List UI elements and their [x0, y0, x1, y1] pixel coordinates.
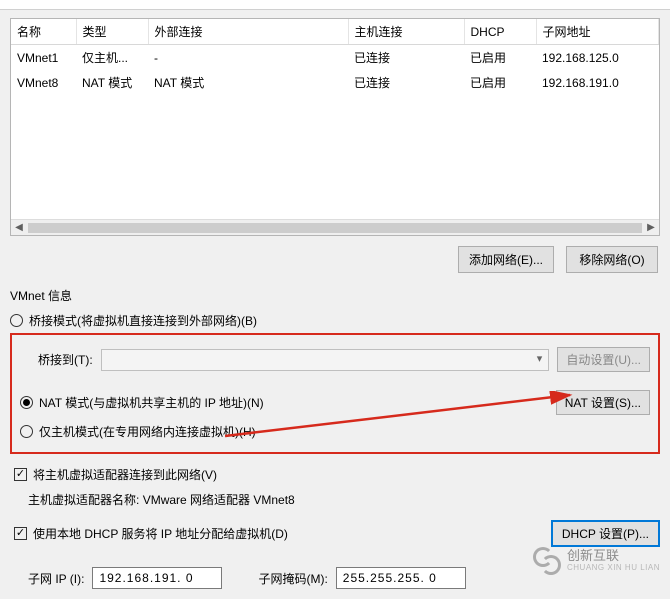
cell-host: 已连接	[348, 45, 464, 71]
cell-type: NAT 模式	[76, 70, 148, 95]
nat-settings-button[interactable]: NAT 设置(S)...	[556, 390, 650, 415]
logo-text: 创新互联 CHUANG XIN HU LIAN	[567, 549, 660, 572]
col-header-name[interactable]: 名称	[11, 19, 76, 45]
dhcp-settings-button[interactable]: DHCP 设置(P)...	[551, 520, 660, 547]
watermark-logo: 创新互联 CHUANG XIN HU LIAN	[533, 547, 660, 575]
network-table[interactable]: 名称 类型 外部连接 主机连接 DHCP 子网地址 VMnet1 仅主机... …	[11, 19, 659, 95]
col-header-ext[interactable]: 外部连接	[148, 19, 348, 45]
col-header-subnet[interactable]: 子网地址	[536, 19, 659, 45]
horizontal-scrollbar[interactable]: ◀ ▶	[11, 219, 659, 235]
checkbox-icon: ✓	[14, 468, 27, 481]
add-network-button[interactable]: 添加网络(E)...	[458, 246, 554, 273]
dhcp-check-row[interactable]: ✓ 使用本地 DHCP 服务将 IP 地址分配给虚拟机(D) DHCP 设置(P…	[10, 516, 660, 551]
bridge-to-label: 桥接到(T):	[38, 351, 93, 368]
dhcp-check-label: 使用本地 DHCP 服务将 IP 地址分配给虚拟机(D)	[33, 525, 545, 542]
col-header-dhcp[interactable]: DHCP	[464, 19, 536, 45]
bridge-to-select[interactable]	[101, 349, 550, 371]
cell-host: 已连接	[348, 70, 464, 95]
cell-name: VMnet1	[11, 45, 76, 71]
content-area: 名称 类型 外部连接 主机连接 DHCP 子网地址 VMnet1 仅主机... …	[0, 10, 670, 599]
vmnet-info-label: VMnet 信息	[10, 287, 660, 304]
host-adapter-name-label: 主机虚拟适配器名称:	[28, 493, 139, 507]
checkbox-icon: ✓	[14, 527, 27, 540]
bridge-to-row: 桥接到(T): 自动设置(U)...	[20, 343, 650, 376]
radio-icon	[20, 425, 33, 438]
subnet-ip-input[interactable]	[92, 567, 222, 589]
col-header-type[interactable]: 类型	[76, 19, 148, 45]
scroll-thumb[interactable]	[28, 223, 642, 233]
col-header-host[interactable]: 主机连接	[348, 19, 464, 45]
auto-settings-button[interactable]: 自动设置(U)...	[557, 347, 650, 372]
hostonly-mode-label: 仅主机模式(在专用网络内连接虚拟机)(H)	[39, 423, 256, 440]
radio-icon	[20, 396, 33, 409]
hostonly-mode-option[interactable]: 仅主机模式(在专用网络内连接虚拟机)(H)	[20, 419, 650, 444]
bridge-mode-label: 桥接模式(将虚拟机直接连接到外部网络)(B)	[29, 312, 257, 329]
cell-type: 仅主机...	[76, 45, 148, 71]
host-adapter-check-row[interactable]: ✓ 将主机虚拟适配器连接到此网络(V)	[10, 462, 660, 487]
radio-icon	[10, 314, 23, 327]
remove-network-button[interactable]: 移除网络(O)	[566, 246, 658, 273]
logo-icon	[533, 547, 561, 575]
cell-dhcp: 已启用	[464, 70, 536, 95]
bridge-mode-option[interactable]: 桥接模式(将虚拟机直接连接到外部网络)(B)	[10, 308, 660, 333]
cell-name: VMnet8	[11, 70, 76, 95]
cell-dhcp: 已启用	[464, 45, 536, 71]
cell-subnet: 192.168.125.0	[536, 45, 659, 71]
scroll-right-icon[interactable]: ▶	[643, 220, 659, 235]
nat-mode-option[interactable]: NAT 模式(与虚拟机共享主机的 IP 地址)(N) NAT 设置(S)...	[20, 386, 650, 419]
host-adapter-name-row: 主机虚拟适配器名称: VMware 网络适配器 VMnet8	[10, 487, 660, 512]
scroll-left-icon[interactable]: ◀	[11, 220, 27, 235]
cell-subnet: 192.168.191.0	[536, 70, 659, 95]
network-table-wrap: 名称 类型 外部连接 主机连接 DHCP 子网地址 VMnet1 仅主机... …	[10, 18, 660, 236]
host-adapter-name-value: VMware 网络适配器 VMnet8	[143, 493, 295, 507]
table-row[interactable]: VMnet8 NAT 模式 NAT 模式 已连接 已启用 192.168.191…	[11, 70, 659, 95]
cell-ext: NAT 模式	[148, 70, 348, 95]
host-adapter-check-label: 将主机虚拟适配器连接到此网络(V)	[33, 466, 217, 483]
highlighted-settings-box: 桥接到(T): 自动设置(U)... NAT 模式(与虚拟机共享主机的 IP 地…	[10, 333, 660, 454]
subnet-ip-label: 子网 IP (I):	[28, 570, 84, 587]
nat-mode-label: NAT 模式(与虚拟机共享主机的 IP 地址)(N)	[39, 394, 550, 411]
table-header-row: 名称 类型 外部连接 主机连接 DHCP 子网地址	[11, 19, 659, 45]
subnet-mask-input[interactable]	[336, 567, 466, 589]
table-row[interactable]: VMnet1 仅主机... - 已连接 已启用 192.168.125.0	[11, 45, 659, 71]
subnet-mask-label: 子网掩码(M):	[258, 570, 327, 587]
table-button-row: 添加网络(E)... 移除网络(O)	[10, 246, 658, 273]
titlebar: 虚拟网络编辑器 ×	[0, 0, 670, 10]
cell-ext: -	[148, 45, 348, 71]
